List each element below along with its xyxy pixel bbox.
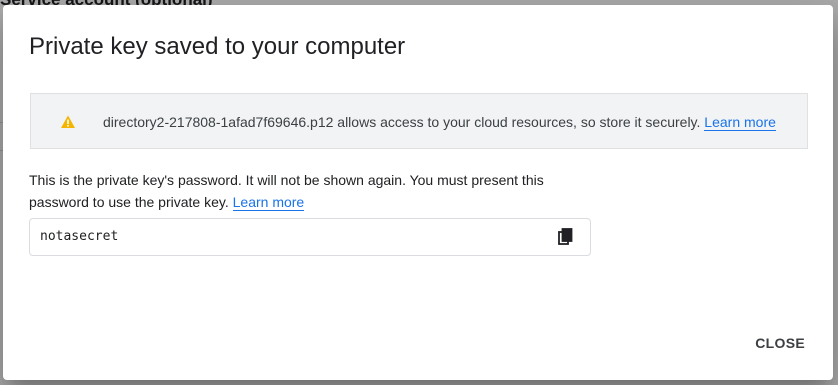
warning-message: directory2-217808-1afad7f69646.p12 allow… bbox=[103, 113, 776, 131]
close-button[interactable]: CLOSE bbox=[747, 329, 813, 357]
password-field[interactable]: notasecret bbox=[29, 218, 591, 256]
warning-learn-more-link[interactable]: Learn more bbox=[704, 114, 776, 131]
private-key-dialog: Private key saved to your computer direc… bbox=[3, 5, 833, 380]
password-note: This is the private key's password. It w… bbox=[29, 169, 589, 213]
warning-banner: directory2-217808-1afad7f69646.p12 allow… bbox=[30, 93, 808, 149]
dialog-title: Private key saved to your computer bbox=[29, 33, 406, 60]
warning-icon bbox=[60, 114, 76, 130]
password-learn-more-link[interactable]: Learn more bbox=[232, 194, 305, 211]
warning-message-text: directory2-217808-1afad7f69646.p12 allow… bbox=[103, 114, 701, 130]
password-value[interactable]: notasecret bbox=[40, 229, 118, 245]
copy-icon[interactable] bbox=[556, 227, 576, 247]
